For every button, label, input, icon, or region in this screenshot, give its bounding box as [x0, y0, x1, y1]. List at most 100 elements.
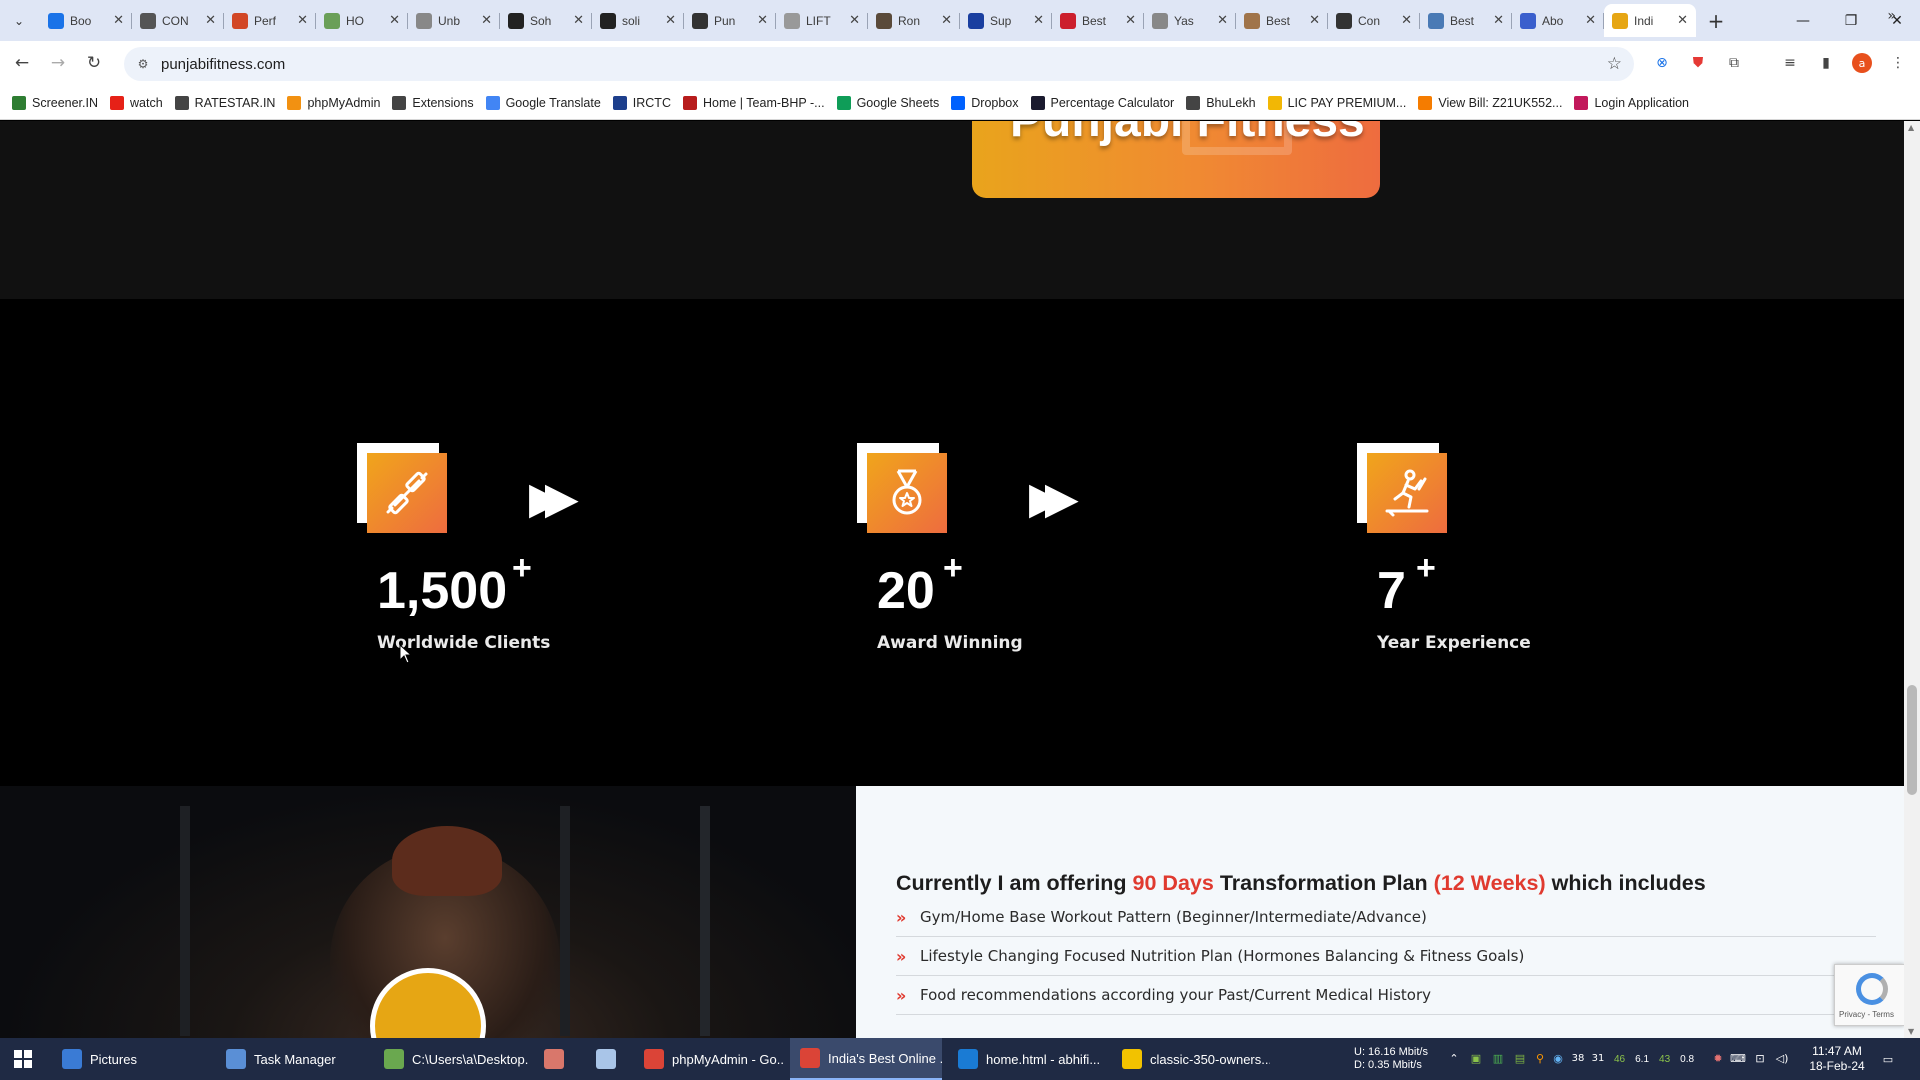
- tab-close-icon[interactable]: ✕: [1309, 13, 1320, 28]
- bookmark-item[interactable]: watch: [108, 91, 173, 115]
- bookmark-item[interactable]: Dropbox: [949, 91, 1028, 115]
- side-panel-icon[interactable]: ▮: [1814, 51, 1838, 75]
- browser-tab[interactable]: Indi ✕: [1604, 4, 1696, 37]
- taskbar-app[interactable]: C:\Users\a\Desktop...: [374, 1038, 528, 1080]
- back-button[interactable]: ←: [8, 49, 36, 77]
- tab-close-icon[interactable]: ✕: [1125, 13, 1136, 28]
- bookmark-item[interactable]: Percentage Calculator: [1029, 91, 1185, 115]
- site-info-icon[interactable]: ⚙: [134, 55, 152, 73]
- bookmark-item[interactable]: phpMyAdmin: [285, 91, 390, 115]
- system-clock[interactable]: 11:47 AM 18-Feb-24: [1806, 1044, 1868, 1074]
- taskbar-app[interactable]: [534, 1038, 578, 1080]
- bookmark-item[interactable]: Login Application: [1572, 91, 1699, 115]
- page-scrollbar[interactable]: ▲ ▼: [1904, 121, 1920, 1038]
- menu-icon[interactable]: ⋮: [1886, 51, 1910, 75]
- tab-close-icon[interactable]: ✕: [849, 13, 860, 28]
- bookmark-item[interactable]: Extensions: [390, 91, 483, 115]
- address-bar-url[interactable]: punjabifitness.com: [161, 56, 285, 73]
- tab-search-button[interactable]: ⌄: [6, 9, 32, 33]
- shield-extension-icon[interactable]: ⛊: [1686, 51, 1710, 75]
- tab-close-icon[interactable]: ✕: [941, 13, 952, 28]
- search-icon[interactable]: ⚲: [1532, 1050, 1548, 1066]
- tab-close-icon[interactable]: ✕: [481, 13, 492, 28]
- browser-tab[interactable]: Best ✕: [1052, 4, 1144, 37]
- tray-app-icon[interactable]: 38: [1570, 1050, 1586, 1066]
- browser-tab[interactable]: Best ✕: [1420, 4, 1512, 37]
- tab-close-icon[interactable]: ✕: [1033, 13, 1044, 28]
- bookmark-item[interactable]: Google Translate: [484, 91, 611, 115]
- browser-tab[interactable]: soli ✕: [592, 4, 684, 37]
- extensions-puzzle-icon[interactable]: ⧉: [1722, 51, 1746, 75]
- site-logo[interactable]: Punjabi Fitness: [972, 121, 1380, 198]
- taskbar-app[interactable]: [586, 1038, 630, 1080]
- minimize-button[interactable]: —: [1780, 0, 1826, 41]
- browser-tab[interactable]: Best ✕: [1236, 4, 1328, 37]
- taskbar-app[interactable]: phpMyAdmin - Go...: [634, 1038, 784, 1080]
- browser-tab[interactable]: LIFT ✕: [776, 4, 868, 37]
- tab-close-icon[interactable]: ✕: [1677, 13, 1688, 28]
- close-window-button[interactable]: ✕: [1874, 0, 1920, 41]
- tab-close-icon[interactable]: ✕: [1493, 13, 1504, 28]
- profile-avatar[interactable]: a: [1850, 51, 1874, 75]
- tab-close-icon[interactable]: ✕: [113, 13, 124, 28]
- browser-tab[interactable]: Yas ✕: [1144, 4, 1236, 37]
- tab-close-icon[interactable]: ✕: [1585, 13, 1596, 28]
- browser-tab[interactable]: HO ✕: [316, 4, 408, 37]
- bookmark-item[interactable]: BhuLekh: [1184, 91, 1265, 115]
- calendar-icon[interactable]: 31: [1590, 1050, 1606, 1066]
- browser-tab[interactable]: Boo ✕: [40, 4, 132, 37]
- tab-close-icon[interactable]: ✕: [205, 13, 216, 28]
- address-bar[interactable]: ⚙ punjabifitness.com ☆: [124, 47, 1634, 81]
- start-button[interactable]: [0, 1038, 46, 1080]
- new-tab-button[interactable]: +: [1702, 7, 1730, 35]
- taskbar-app[interactable]: Task Manager: [216, 1038, 370, 1080]
- network-icon[interactable]: ⊡: [1752, 1050, 1768, 1066]
- reload-button[interactable]: ↻: [80, 49, 108, 77]
- tray-app-icon[interactable]: ▣: [1468, 1050, 1484, 1066]
- tray-app-icon[interactable]: ✹: [1710, 1050, 1726, 1066]
- extension-icon[interactable]: ⊗: [1650, 51, 1674, 75]
- bookmark-item[interactable]: RATESTAR.IN: [173, 91, 286, 115]
- tab-close-icon[interactable]: ✕: [297, 13, 308, 28]
- tab-close-icon[interactable]: ✕: [389, 13, 400, 28]
- bookmark-item[interactable]: View Bill: Z21UK552...: [1416, 91, 1572, 115]
- bookmark-item[interactable]: Screener.IN: [10, 91, 108, 115]
- tray-app-icon[interactable]: ▥: [1490, 1050, 1506, 1066]
- browser-tab[interactable]: Perf ✕: [224, 4, 316, 37]
- bookmark-item[interactable]: Home | Team-BHP -...: [681, 91, 835, 115]
- tray-app-icon[interactable]: ▤: [1512, 1050, 1528, 1066]
- browser-tab[interactable]: Pun ✕: [684, 4, 776, 37]
- taskbar-app[interactable]: home.html - abhifi...: [948, 1038, 1106, 1080]
- forward-button[interactable]: →: [44, 49, 72, 77]
- bookmarks-overflow-icon[interactable]: »: [1887, 8, 1896, 24]
- browser-tab[interactable]: Con ✕: [1328, 4, 1420, 37]
- taskbar-app[interactable]: Pictures: [52, 1038, 206, 1080]
- volume-icon[interactable]: ◁): [1774, 1050, 1790, 1066]
- notifications-icon[interactable]: ▭: [1880, 1051, 1896, 1067]
- bookmark-item[interactable]: LIC PAY PREMIUM...: [1266, 91, 1417, 115]
- tray-app-icon[interactable]: ◉: [1550, 1050, 1566, 1066]
- tab-close-icon[interactable]: ✕: [1217, 13, 1228, 28]
- bookmark-item[interactable]: Google Sheets: [835, 91, 950, 115]
- tab-close-icon[interactable]: ✕: [573, 13, 584, 28]
- tab-close-icon[interactable]: ✕: [665, 13, 676, 28]
- bookmark-item[interactable]: IRCTC: [611, 91, 681, 115]
- browser-tab[interactable]: CON ✕: [132, 4, 224, 37]
- restore-button[interactable]: ❐: [1828, 0, 1874, 41]
- scroll-up-icon[interactable]: ▲: [1908, 123, 1914, 132]
- media-control-icon[interactable]: ≡: [1778, 51, 1802, 75]
- scroll-down-icon[interactable]: ▼: [1908, 1027, 1914, 1036]
- scrollbar-thumb[interactable]: [1907, 685, 1917, 795]
- browser-tab[interactable]: Sup ✕: [960, 4, 1052, 37]
- taskbar-app[interactable]: India's Best Online ...: [790, 1038, 942, 1080]
- show-hidden-icons-icon[interactable]: ⌃: [1446, 1050, 1462, 1066]
- browser-tab[interactable]: Ron ✕: [868, 4, 960, 37]
- browser-tab[interactable]: Unb ✕: [408, 4, 500, 37]
- browser-tab[interactable]: Soh ✕: [500, 4, 592, 37]
- browser-tab[interactable]: Abo ✕: [1512, 4, 1604, 37]
- taskbar-app[interactable]: classic-350-owners...: [1112, 1038, 1270, 1080]
- keyboard-icon[interactable]: ⌨: [1730, 1050, 1746, 1066]
- bookmark-star-icon[interactable]: ☆: [1607, 54, 1622, 74]
- tab-close-icon[interactable]: ✕: [1401, 13, 1412, 28]
- recaptcha-badge[interactable]: Privacy - Terms: [1834, 964, 1904, 1026]
